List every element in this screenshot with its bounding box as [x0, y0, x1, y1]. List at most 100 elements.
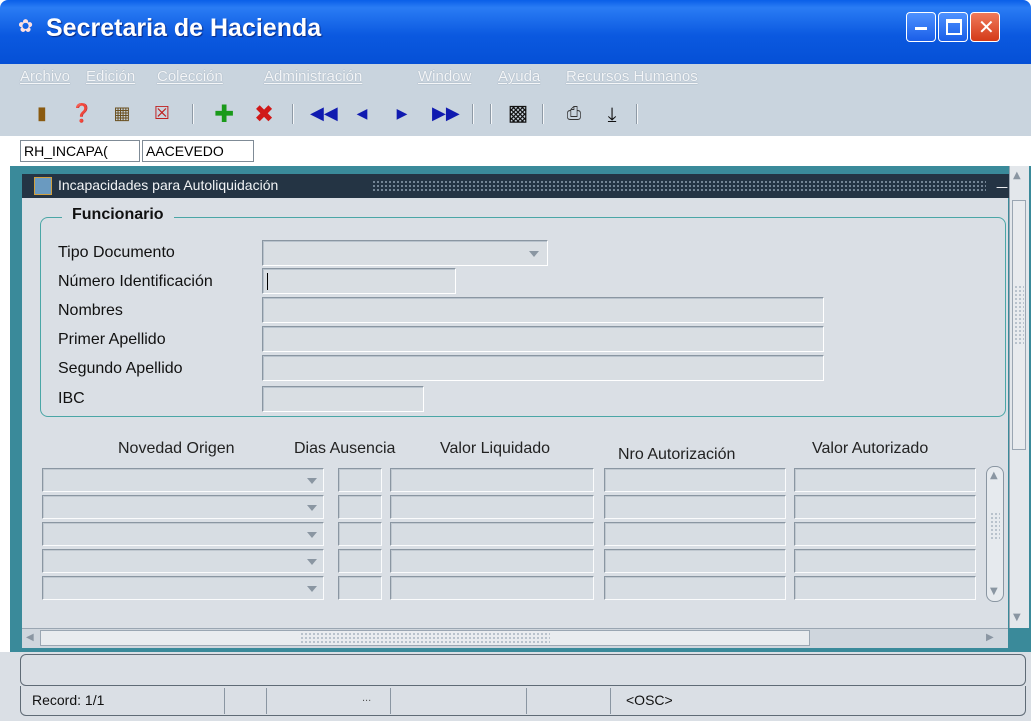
user-field: AACEVEDO — [142, 140, 254, 162]
download-icon[interactable]: ⤓ — [600, 102, 624, 126]
menu-edicion[interactable]: Edición — [86, 68, 135, 85]
novedad-origen-cell[interactable] — [42, 495, 324, 519]
exit-icon[interactable]: ▮ — [30, 102, 54, 126]
valor-autorizado-cell[interactable] — [794, 495, 976, 519]
novedad-origen-cell[interactable] — [42, 522, 324, 546]
chevron-down-icon[interactable] — [307, 478, 317, 484]
valor-liquidado-cell[interactable] — [390, 468, 594, 492]
status-separator — [224, 688, 225, 714]
numero-identificacion-label: Número Identificación — [58, 273, 213, 290]
toolbar-separator — [636, 104, 638, 124]
tipo-documento-label: Tipo Documento — [58, 244, 175, 261]
chevron-down-icon[interactable] — [307, 532, 317, 538]
save-icon[interactable]: ▩ — [506, 102, 530, 126]
ibc-field[interactable] — [262, 386, 424, 412]
message-line — [20, 654, 1026, 686]
title-pattern — [372, 180, 986, 192]
dias-ausencia-cell[interactable] — [338, 468, 382, 492]
first-record-icon[interactable]: ◀◀ — [310, 102, 338, 126]
close-form-icon[interactable]: ☒ — [150, 102, 174, 126]
form-title: Incapacidades para Autoliquidación — [58, 177, 279, 193]
mode-indicator: <OSC> — [626, 692, 673, 708]
open-icon[interactable]: ▦ — [110, 102, 134, 126]
menu-coleccion[interactable]: Colección — [157, 68, 223, 85]
grid-scroll-grip[interactable] — [990, 512, 1000, 540]
valor-autorizado-cell[interactable] — [794, 468, 976, 492]
novedad-origen-cell[interactable] — [42, 549, 324, 573]
segundo-apellido-field[interactable] — [262, 355, 824, 381]
column-header-novedad-origen: Novedad Origen — [118, 440, 235, 457]
close-button[interactable]: ✕ — [970, 12, 1000, 42]
chevron-down-icon[interactable] — [526, 246, 542, 262]
valor-autorizado-cell[interactable] — [794, 576, 976, 600]
previous-record-icon[interactable]: ◀ — [350, 102, 374, 126]
valor-liquidado-cell[interactable] — [390, 576, 594, 600]
text-cursor — [267, 273, 268, 290]
toolbar-separator — [192, 104, 194, 124]
status-bar — [20, 686, 1026, 716]
tipo-documento-select[interactable] — [262, 240, 548, 266]
window-title: Secretaria de Hacienda — [46, 14, 322, 42]
scroll-down-icon[interactable]: ▼ — [990, 586, 998, 597]
scroll-right-icon[interactable]: ▶ — [986, 632, 994, 643]
form-icon — [34, 177, 52, 195]
primer-apellido-field[interactable] — [262, 326, 824, 352]
column-header-valor-liquidado: Valor Liquidado — [440, 440, 551, 457]
dias-ausencia-cell[interactable] — [338, 576, 382, 600]
nombres-field[interactable] — [262, 297, 824, 323]
scroll-down-icon[interactable]: ▼ — [1013, 612, 1021, 623]
menu-recursos-humanos[interactable]: Recursos Humanos — [566, 68, 698, 85]
toolbar-separator — [490, 104, 492, 124]
menu-archivo[interactable]: Archivo — [20, 68, 70, 85]
valor-liquidado-cell[interactable] — [390, 549, 594, 573]
help-icon[interactable]: ❓ — [70, 102, 94, 126]
scroll-up-icon[interactable]: ▲ — [1013, 170, 1021, 181]
toolbar-separator — [292, 104, 294, 124]
form-code-field: RH_INCAPA( — [20, 140, 140, 162]
insert-record-icon[interactable]: ✚ — [212, 102, 236, 126]
novedad-origen-cell[interactable] — [42, 576, 324, 600]
scroll-left-icon[interactable]: ◀ — [26, 632, 34, 643]
minimize-button[interactable] — [906, 12, 936, 42]
last-record-icon[interactable]: ▶▶ — [432, 102, 460, 126]
delete-record-icon[interactable]: ✖ — [252, 102, 276, 126]
dias-ausencia-cell[interactable] — [338, 495, 382, 519]
nombres-label: Nombres — [58, 302, 123, 319]
valor-liquidado-cell[interactable] — [390, 522, 594, 546]
nro-autorizacion-cell[interactable] — [604, 468, 786, 492]
nro-autorizacion-cell[interactable] — [604, 549, 786, 573]
chevron-down-icon[interactable] — [307, 505, 317, 511]
close-icon: ✕ — [978, 15, 995, 39]
dias-ausencia-cell[interactable] — [338, 522, 382, 546]
status-separator — [390, 688, 391, 714]
status-separator — [610, 688, 611, 714]
numero-identificacion-field[interactable] — [262, 268, 456, 294]
toolbar-separator — [542, 104, 544, 124]
valor-autorizado-cell[interactable] — [794, 549, 976, 573]
menu-window[interactable]: Window — [418, 68, 471, 85]
chevron-down-icon[interactable] — [307, 586, 317, 592]
valor-liquidado-cell[interactable] — [390, 495, 594, 519]
nro-autorizacion-cell[interactable] — [604, 576, 786, 600]
menu-ayuda[interactable]: Ayuda — [498, 68, 540, 85]
nro-autorizacion-cell[interactable] — [604, 495, 786, 519]
chevron-down-icon[interactable] — [307, 559, 317, 565]
column-header-valor-autorizado: Valor Autorizado — [812, 440, 929, 457]
record-indicator: Record: 1/1 — [32, 692, 105, 708]
minimize-form-icon[interactable]: — — [996, 180, 1008, 194]
status-separator — [526, 688, 527, 714]
dias-ausencia-cell[interactable] — [338, 549, 382, 573]
column-header-nro-autorizacion: Nro Autorización — [618, 446, 736, 463]
maximize-button[interactable] — [938, 12, 968, 42]
app-icon: ✿ — [18, 16, 34, 37]
segundo-apellido-label: Segundo Apellido — [58, 360, 183, 377]
status-separator — [266, 688, 267, 714]
menu-administracion[interactable]: Administración — [264, 68, 362, 85]
valor-autorizado-cell[interactable] — [794, 522, 976, 546]
novedad-origen-cell[interactable] — [42, 468, 324, 492]
vertical-scroll-grip — [1014, 285, 1024, 345]
next-record-icon[interactable]: ▶ — [390, 102, 414, 126]
scroll-up-icon[interactable]: ▲ — [990, 470, 998, 481]
nro-autorizacion-cell[interactable] — [604, 522, 786, 546]
print-icon[interactable]: ⎙ — [562, 102, 586, 126]
